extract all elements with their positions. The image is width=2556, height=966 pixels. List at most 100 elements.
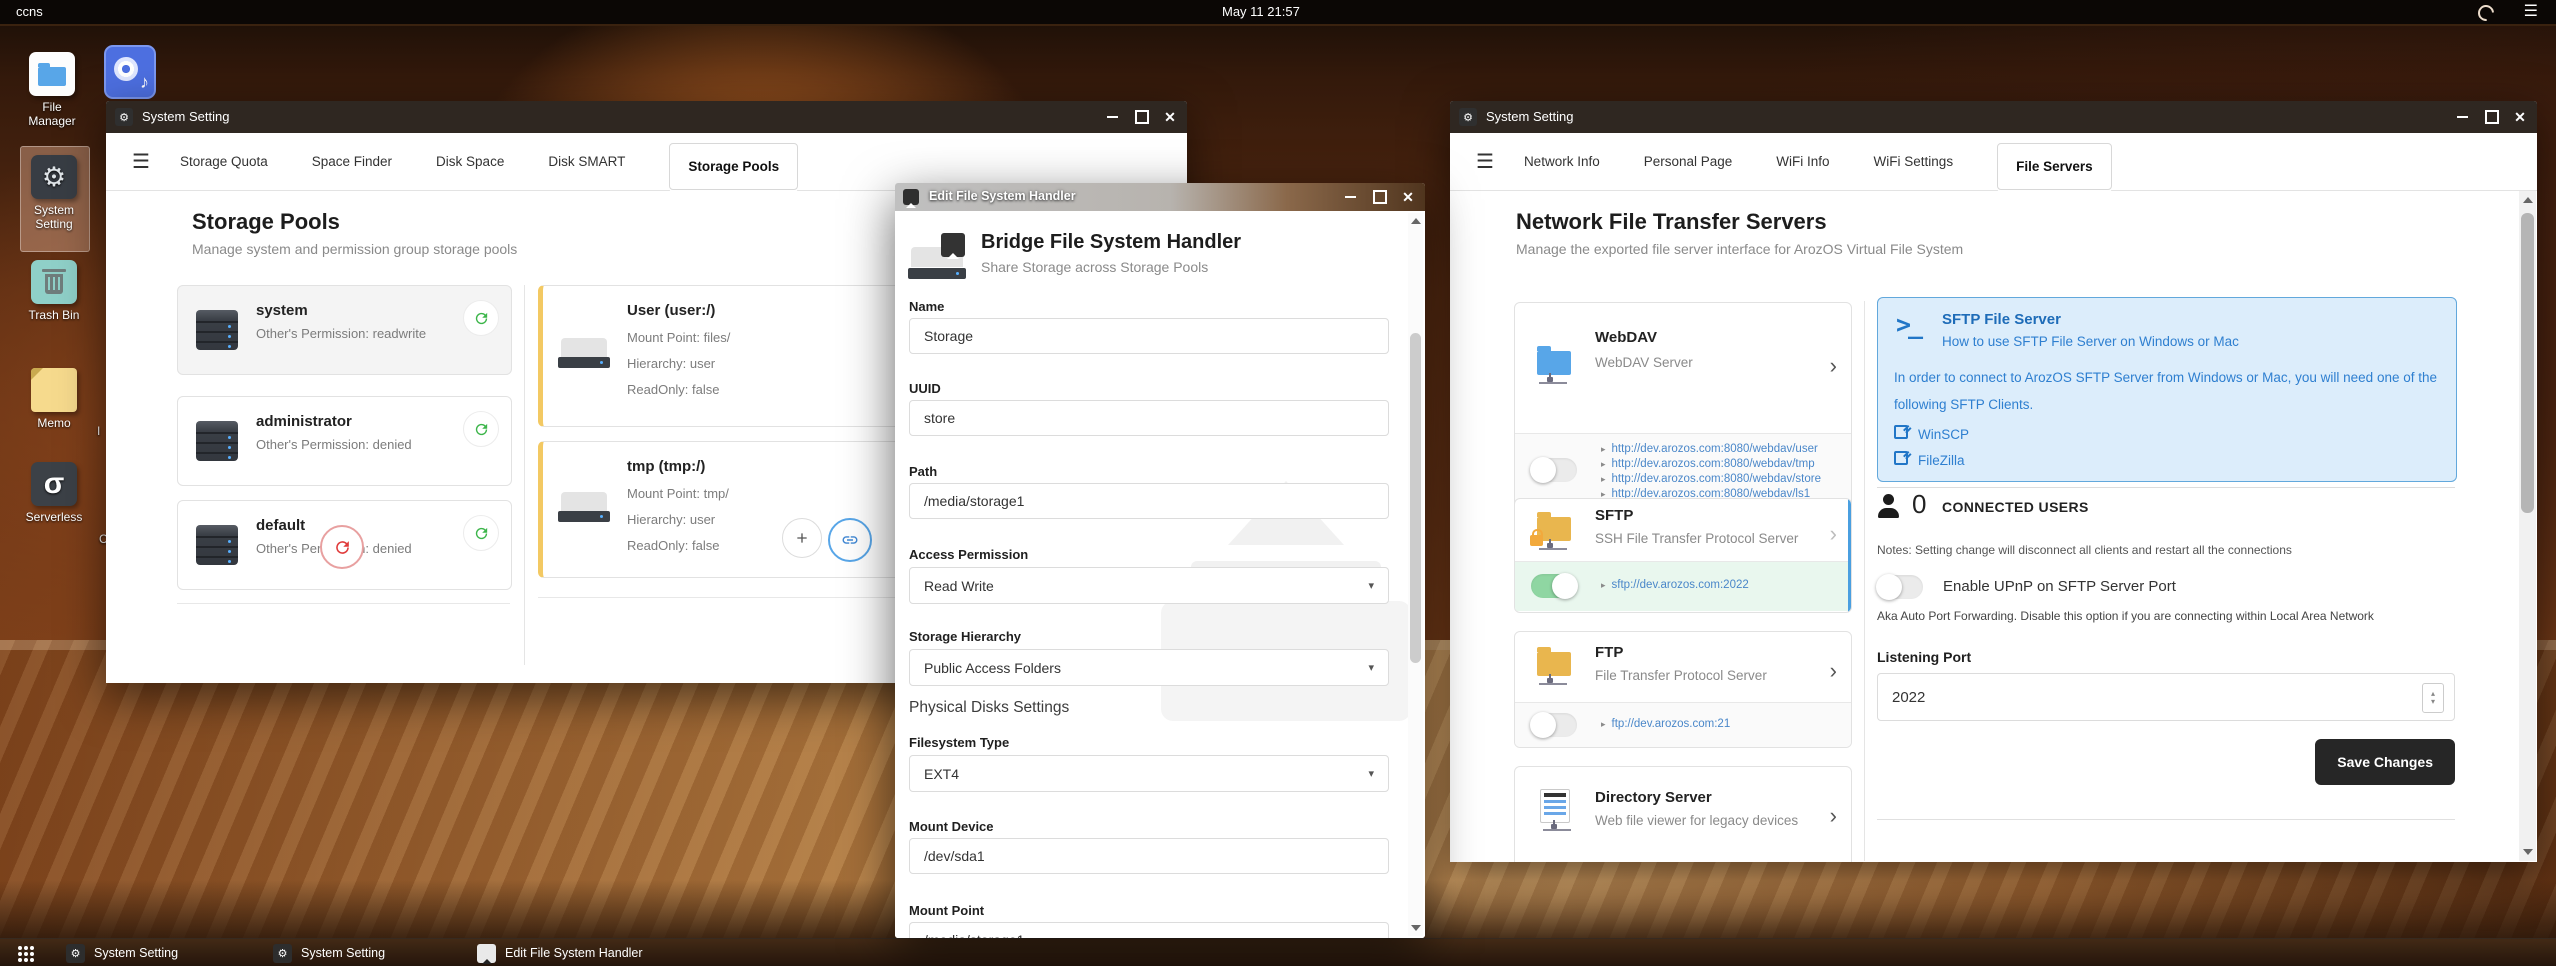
server-card-webdav[interactable]: WebDAV WebDAV Server › ▸ http://dev.arozo… [1514, 302, 1852, 508]
taskbar-item-edit-fs-handler[interactable]: Edit File System Handler [477, 939, 643, 966]
chevron-down-icon: ▾ [1368, 580, 1374, 592]
ftp-folder-icon [1537, 647, 1571, 685]
minimize-button[interactable] [2447, 101, 2477, 133]
dialog-titlebar[interactable]: Edit File System Handler ✕ [895, 183, 1425, 211]
tab-personal-page[interactable]: Personal Page [1644, 154, 1733, 169]
scrollbar-thumb[interactable] [1410, 333, 1421, 663]
ftp-toggle[interactable] [1530, 712, 1577, 738]
webdav-link[interactable]: ▸ http://dev.arozos.com:8080/webdav/store [1601, 472, 1821, 487]
webdav-toggle[interactable] [1530, 457, 1577, 483]
server-card-ftp[interactable]: FTP File Transfer Protocol Server › ▸ ftp… [1514, 631, 1852, 748]
bridge-link-button[interactable] [828, 518, 872, 562]
window-title: System Setting [142, 109, 230, 124]
gear-icon: ⚙ [115, 108, 133, 126]
storage-hierarchy-select[interactable]: Public Access Folders ▾ [909, 649, 1389, 686]
chevron-right-icon[interactable]: › [1830, 658, 1837, 684]
listening-port-input[interactable] [1877, 673, 2455, 721]
pool-card-system[interactable]: system Other's Permission: readwrite [177, 285, 512, 375]
chevron-right-icon[interactable]: › [1830, 521, 1837, 547]
name-input[interactable] [909, 318, 1389, 354]
tab-network-info[interactable]: Network Info [1524, 154, 1600, 169]
tab-wifi-settings[interactable]: WiFi Settings [1874, 154, 1954, 169]
upnp-toggle[interactable] [1876, 574, 1923, 600]
number-spinner[interactable]: ▴ ▾ [2422, 683, 2444, 713]
window-file-servers: ⚙ System Setting ✕ ☰ Network Info Person… [1450, 101, 2537, 862]
taskbar-item-system-setting-2[interactable]: ⚙ System Setting [273, 939, 385, 966]
sync-spinner-icon[interactable] [2474, 1, 2498, 25]
window-titlebar[interactable]: ⚙ System Setting ✕ [106, 101, 1187, 133]
bridge-drive-icon [908, 233, 969, 279]
scroll-down-icon[interactable] [2523, 849, 2533, 855]
scroll-up-icon[interactable] [1411, 218, 1421, 224]
tab-file-servers[interactable]: File Servers [1997, 143, 2112, 190]
scrollbar-thumb[interactable] [2521, 213, 2534, 513]
scroll-up-icon[interactable] [2523, 197, 2533, 203]
reload-all-pools-button[interactable] [320, 525, 364, 569]
ftp-link[interactable]: ▸ ftp://dev.arozos.com:21 [1601, 718, 1730, 730]
chevron-right-icon[interactable]: › [1830, 353, 1837, 379]
app-grid-icon[interactable] [18, 946, 22, 950]
close-button[interactable]: ✕ [1393, 183, 1423, 211]
directory-server-icon [1540, 789, 1571, 831]
access-permission-select[interactable]: Read Write ▾ [909, 567, 1389, 604]
filesystem-type-select[interactable]: EXT4 ▾ [909, 755, 1389, 792]
minimize-button[interactable] [1097, 101, 1127, 133]
taskbar-item-system-setting-1[interactable]: ⚙ System Setting [66, 939, 178, 966]
chevron-right-icon[interactable]: › [1830, 803, 1837, 829]
pool-card-administrator[interactable]: administrator Other's Permission: denied [177, 396, 512, 486]
hamburger-icon[interactable]: ☰ [1476, 149, 1494, 174]
server-name: Directory Server [1595, 789, 1712, 806]
page-subtitle: Manage the exported file server interfac… [1516, 241, 1964, 257]
add-mount-button[interactable] [782, 518, 822, 558]
desktop-icon-serverless[interactable]: σ Serverless [19, 462, 89, 524]
maximize-button[interactable] [1127, 101, 1157, 133]
webdav-link[interactable]: ▸ http://dev.arozos.com:8080/webdav/user [1601, 442, 1821, 457]
desktop-icon-label: File Manager [28, 100, 76, 128]
path-input[interactable] [909, 483, 1389, 519]
desktop-icon-memo[interactable]: Memo [19, 368, 89, 430]
mount-device-input[interactable] [909, 838, 1389, 874]
scrollbar[interactable] [2519, 191, 2536, 861]
hamburger-icon[interactable]: ☰ [132, 149, 150, 174]
sftp-toggle[interactable] [1531, 573, 1578, 599]
minimize-button[interactable] [1335, 183, 1365, 211]
tab-storage-quota[interactable]: Storage Quota [180, 154, 268, 169]
maximize-button[interactable] [1365, 183, 1395, 211]
tab-disk-smart[interactable]: Disk SMART [548, 154, 625, 169]
selected-indicator [1848, 499, 1851, 612]
top-menu-icon[interactable]: ☰ [2524, 1, 2538, 21]
connected-count: 0 [1912, 489, 1927, 519]
window-titlebar[interactable]: ⚙ System Setting ✕ [1450, 101, 2537, 133]
webdav-link[interactable]: ▸ http://dev.arozos.com:8080/webdav/tmp [1601, 457, 1821, 472]
mount-point-input[interactable] [909, 922, 1389, 938]
scroll-down-icon[interactable] [1411, 925, 1421, 931]
tab-disk-space[interactable]: Disk Space [436, 154, 504, 169]
close-button[interactable]: ✕ [1155, 101, 1185, 133]
server-card-directory[interactable]: Directory Server Web file viewer for leg… [1514, 766, 1852, 862]
server-card-sftp[interactable]: SFTP SSH File Transfer Protocol Server ›… [1514, 498, 1852, 613]
reload-pool-button[interactable] [463, 300, 499, 336]
sftp-info-box: >_ SFTP File Server How to use SFTP File… [1877, 297, 2457, 482]
winscp-link[interactable]: WinSCP [1894, 425, 1969, 442]
desktop-icon-file-manager[interactable]: File Manager [17, 52, 87, 128]
sftp-link[interactable]: ▸ sftp://dev.arozos.com:2022 [1601, 579, 1749, 591]
save-changes-button[interactable]: Save Changes [2315, 739, 2455, 785]
mount-readonly: ReadOnly: false [627, 538, 720, 553]
desktop-icon-trash-bin[interactable]: Trash Bin [19, 260, 89, 322]
server-icon [196, 421, 238, 461]
maximize-button[interactable] [2477, 101, 2507, 133]
reload-pool-button[interactable] [463, 515, 499, 551]
filezilla-link[interactable]: FileZilla [1894, 451, 1965, 468]
close-button[interactable]: ✕ [2505, 101, 2535, 133]
tab-storage-pools[interactable]: Storage Pools [669, 143, 799, 190]
desktop-icon-system-setting[interactable]: ⚙ System Setting [19, 155, 89, 231]
tab-wifi-info[interactable]: WiFi Info [1776, 154, 1829, 169]
scrollbar[interactable] [1408, 213, 1423, 936]
reload-pool-button[interactable] [463, 411, 499, 447]
music-app-icon[interactable]: ♪ [104, 45, 156, 99]
taskbar-item-label: System Setting [301, 946, 386, 960]
external-link-icon [1894, 425, 1908, 439]
tab-space-finder[interactable]: Space Finder [312, 154, 392, 169]
uuid-input[interactable] [909, 400, 1389, 436]
eject-icon [903, 189, 919, 208]
